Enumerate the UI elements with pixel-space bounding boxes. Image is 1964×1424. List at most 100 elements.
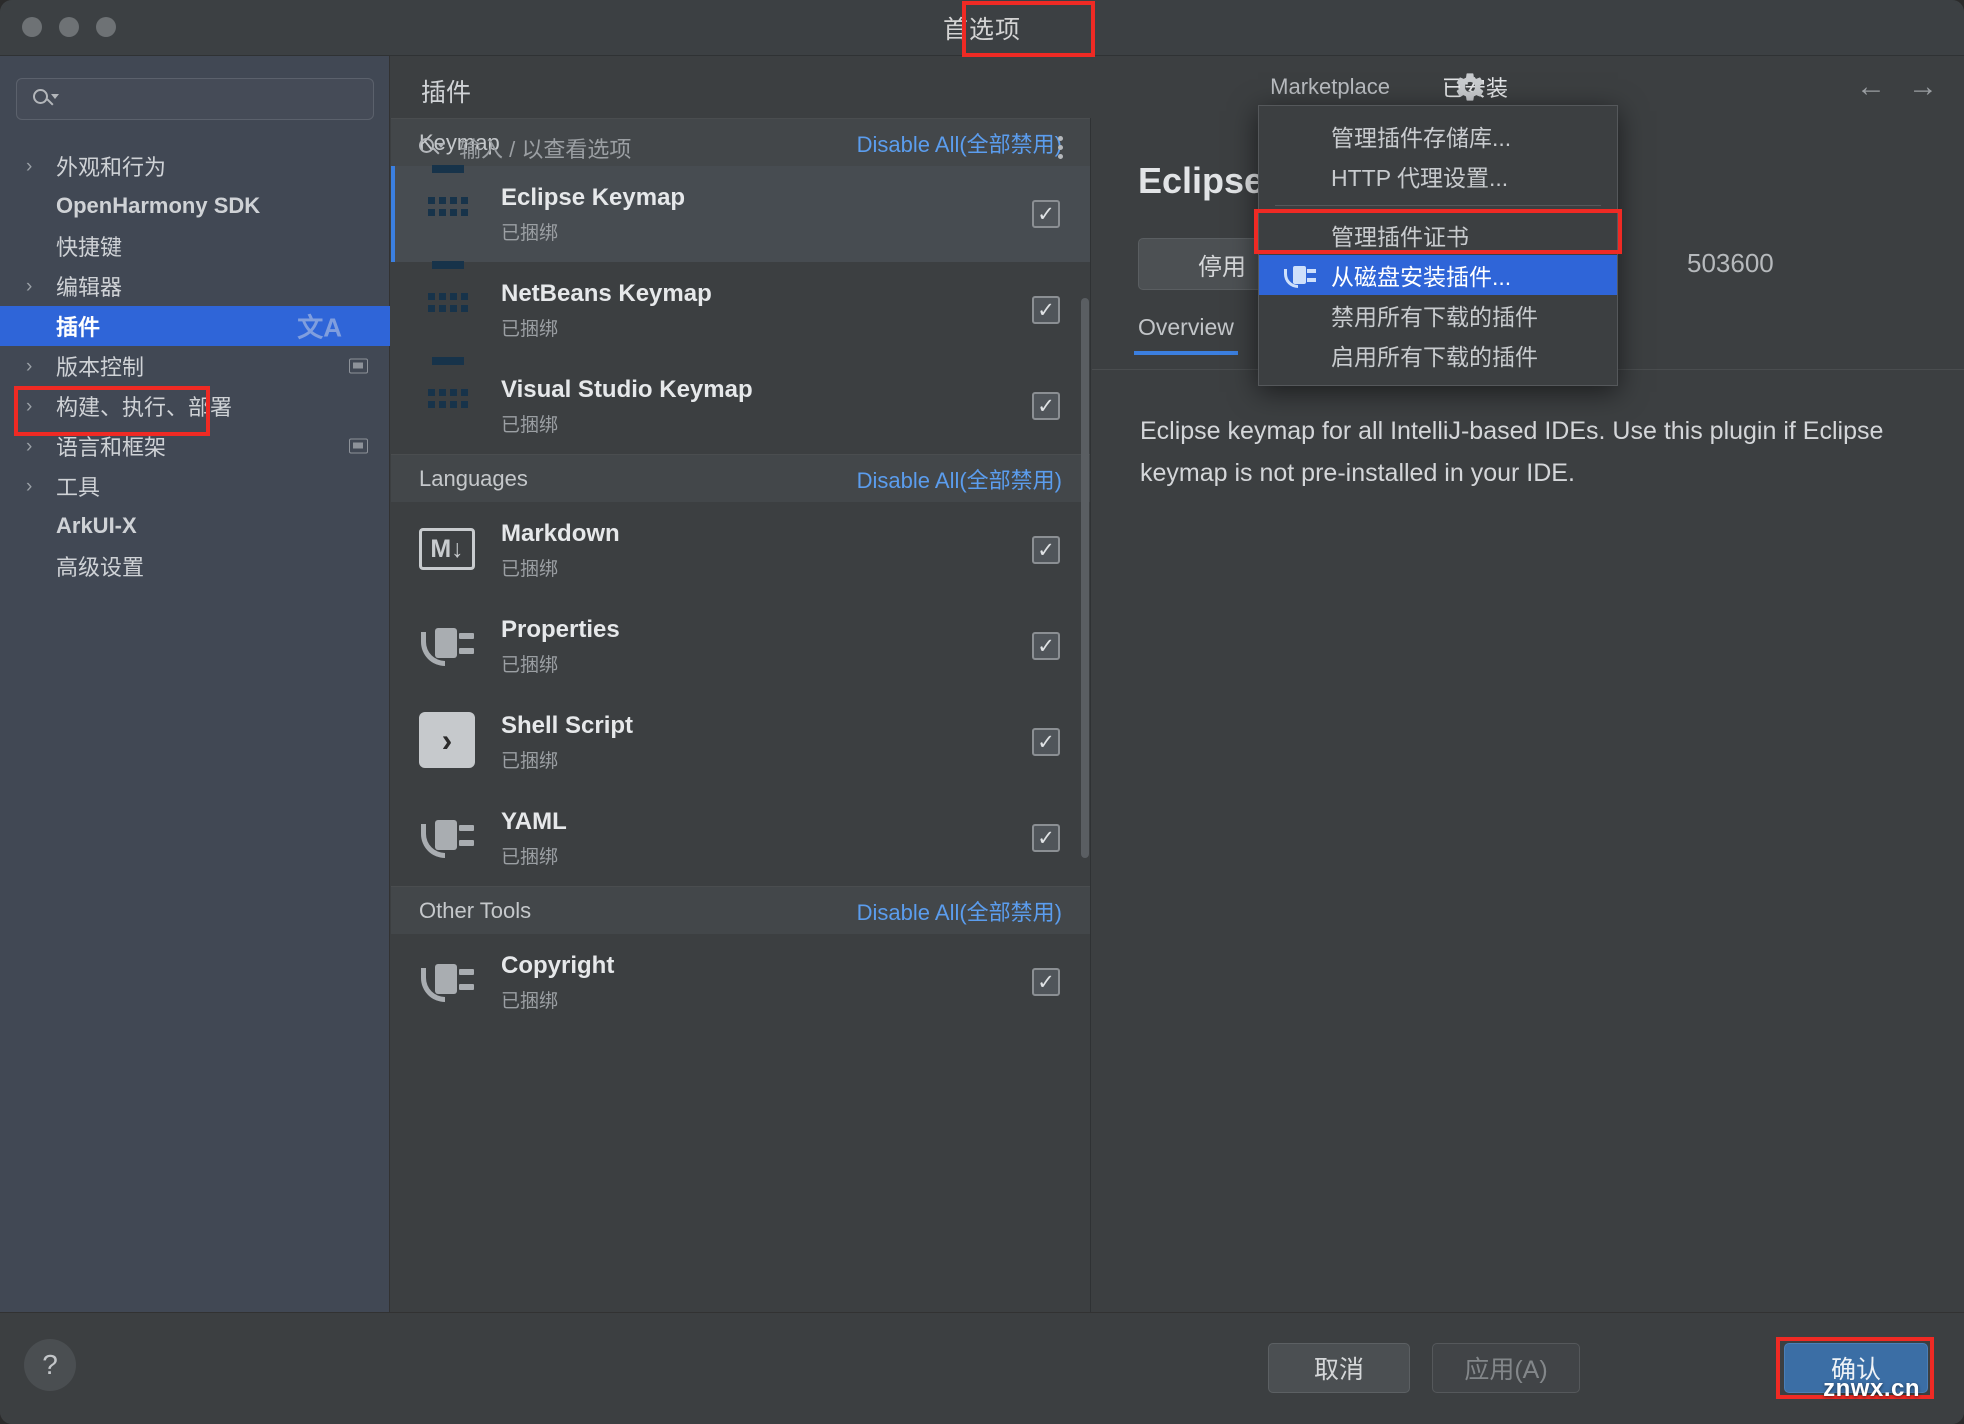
arrow-left-icon[interactable]: ← — [1856, 70, 1886, 104]
plugin-row-yaml[interactable]: YAML 已捆绑 ✓ — [391, 790, 1090, 886]
plugin-name: Markdown — [501, 520, 620, 548]
page-title: 插件 — [421, 73, 471, 109]
plugin-name: Eclipse Keymap — [501, 184, 685, 212]
menu-item-label: 从磁盘安装插件... — [1331, 258, 1511, 292]
keymap-icon — [419, 184, 479, 244]
plugin-list-panel: 输入 / 以查看选项 Keymap Disable All(全部禁用) Ecli… — [391, 118, 1091, 1312]
plugin-row-markdown[interactable]: M↓ Markdown 已捆绑 ✓ — [391, 502, 1090, 598]
plugin-status: 已捆绑 — [501, 650, 620, 677]
plugin-icon — [419, 808, 479, 868]
plugin-name: Copyright — [501, 952, 614, 980]
disable-all-link[interactable]: Disable All(全部禁用) — [857, 895, 1062, 927]
sidebar-item-keymap[interactable]: › 快捷键 — [0, 226, 390, 266]
menu-item-disable-all-downloaded[interactable]: 禁用所有下载的插件 — [1259, 295, 1617, 335]
plugin-status: 已捆绑 — [501, 410, 753, 437]
sidebar-item-plugins[interactable]: › 插件 文A — [0, 306, 390, 346]
plugin-enabled-checkbox[interactable]: ✓ — [1032, 200, 1060, 228]
plugin-enabled-checkbox[interactable]: ✓ — [1032, 728, 1060, 756]
title-bar: 首选项 — [0, 0, 1964, 56]
plugin-description: Eclipse keymap for all IntelliJ-based ID… — [1140, 410, 1930, 494]
tab-overview[interactable]: Overview — [1138, 314, 1234, 355]
plugin-name: NetBeans Keymap — [501, 280, 712, 308]
sidebar-item-openharmony-sdk[interactable]: › OpenHarmony SDK — [0, 186, 390, 226]
sidebar-search-input[interactable] — [16, 78, 374, 120]
sidebar-item-label: 编辑器 — [50, 270, 122, 302]
plugin-list-scrollbar[interactable] — [1081, 298, 1089, 858]
chevron-right-icon: › — [26, 277, 50, 296]
sidebar-item-appearance[interactable]: › 外观和行为 — [0, 146, 390, 186]
menu-item-http-proxy-settings[interactable]: HTTP 代理设置... — [1259, 156, 1617, 196]
plugin-enabled-checkbox[interactable]: ✓ — [1032, 824, 1060, 852]
menu-item-install-plugin-from-disk[interactable]: 从磁盘安装插件... — [1259, 255, 1617, 295]
plugin-settings-menu: 管理插件存储库... HTTP 代理设置... 管理插件证书 从磁盘安装插件..… — [1258, 105, 1618, 386]
chevron-right-icon: › — [26, 397, 50, 416]
sidebar-item-editor[interactable]: › 编辑器 — [0, 266, 390, 306]
menu-item-label: 启用所有下载的插件 — [1331, 338, 1538, 372]
shell-icon: › — [419, 712, 479, 772]
plugin-row-copyright[interactable]: Copyright 已捆绑 ✓ — [391, 934, 1090, 1030]
menu-item-label: 禁用所有下载的插件 — [1331, 298, 1538, 332]
sidebar-item-arkui-x[interactable]: › ArkUI-X — [0, 506, 390, 546]
chevron-right-icon: › — [26, 357, 50, 376]
sidebar-item-label: OpenHarmony SDK — [50, 193, 260, 219]
plugin-search-placeholder: 输入 / 以查看选项 — [459, 132, 631, 164]
sidebar-item-tools[interactable]: › 工具 — [0, 466, 390, 506]
cancel-button[interactable]: 取消 — [1268, 1343, 1410, 1393]
disable-all-link[interactable]: Disable All(全部禁用) — [857, 463, 1062, 495]
plugin-status: 已捆绑 — [501, 746, 633, 773]
plugin-row-visual-studio-keymap[interactable]: Visual Studio Keymap 已捆绑 ✓ — [391, 358, 1090, 454]
plugins-header: 插件 Marketplace 已安装 ← → — [391, 56, 1964, 118]
plugin-enabled-checkbox[interactable]: ✓ — [1032, 968, 1060, 996]
tab-label: Marketplace — [1270, 74, 1390, 100]
help-icon: ? — [42, 1349, 58, 1381]
plugin-detail-title: Eclipse — [1138, 160, 1264, 202]
plugin-enabled-checkbox[interactable]: ✓ — [1032, 632, 1060, 660]
sidebar-item-label: 插件 — [50, 310, 100, 342]
markdown-icon: M↓ — [419, 520, 479, 580]
plugin-icon — [419, 952, 479, 1012]
tab-label: Overview — [1138, 314, 1234, 340]
plugin-row-shell-script[interactable]: › Shell Script 已捆绑 ✓ — [391, 694, 1090, 790]
sidebar-item-label: 外观和行为 — [50, 150, 166, 182]
disable-plugin-label: 停用 — [1198, 247, 1246, 282]
arrow-right-icon[interactable]: → — [1908, 70, 1938, 104]
menu-divider — [1275, 205, 1601, 206]
cancel-label: 取消 — [1314, 1350, 1364, 1386]
plugin-row-properties[interactable]: Properties 已捆绑 ✓ — [391, 598, 1090, 694]
sidebar-item-build-execution-deployment[interactable]: › 构建、执行、部署 — [0, 386, 390, 426]
sidebar-item-version-control[interactable]: › 版本控制 — [0, 346, 390, 386]
plugin-enabled-checkbox[interactable]: ✓ — [1032, 392, 1060, 420]
chevron-right-icon: › — [26, 437, 50, 456]
plugin-enabled-checkbox[interactable]: ✓ — [1032, 296, 1060, 324]
group-name: Languages — [419, 466, 528, 492]
menu-item-label: 管理插件存储库... — [1331, 119, 1511, 153]
more-options-icon[interactable] — [1058, 136, 1063, 159]
menu-item-manage-plugin-certificates[interactable]: 管理插件证书 — [1259, 215, 1617, 255]
translate-icon: 文A — [297, 308, 342, 345]
plugin-row-eclipse-keymap[interactable]: Eclipse Keymap 已捆绑 ✓ — [391, 166, 1090, 262]
plugin-status: 已捆绑 — [501, 554, 620, 581]
window-title: 首选项 — [0, 0, 1964, 56]
sidebar-item-label: 工具 — [50, 470, 100, 502]
settings-nav-list: › 外观和行为 › OpenHarmony SDK › 快捷键 › 编辑器 › … — [0, 146, 390, 586]
sidebar-item-label: 语言和框架 — [50, 430, 166, 462]
plugin-row-netbeans-keymap[interactable]: NetBeans Keymap 已捆绑 ✓ — [391, 262, 1090, 358]
sidebar-item-advanced-settings[interactable]: › 高级设置 — [0, 546, 390, 586]
menu-item-enable-all-downloaded[interactable]: 启用所有下载的插件 — [1259, 335, 1617, 375]
sidebar-item-languages-frameworks[interactable]: › 语言和框架 — [0, 426, 390, 466]
search-icon — [33, 88, 59, 110]
help-button[interactable]: ? — [24, 1339, 76, 1391]
menu-item-label: 管理插件证书 — [1331, 218, 1469, 252]
plugin-enabled-checkbox[interactable]: ✓ — [1032, 536, 1060, 564]
gear-icon — [1453, 70, 1487, 104]
sidebar-item-label: 高级设置 — [50, 550, 144, 582]
plugin-status: 已捆绑 — [501, 986, 614, 1013]
plugin-status: 已捆绑 — [501, 218, 685, 245]
apply-button[interactable]: 应用(A) — [1432, 1343, 1580, 1393]
group-name: Other Tools — [419, 898, 531, 924]
menu-item-manage-repositories[interactable]: 管理插件存储库... — [1259, 116, 1617, 156]
sidebar-item-label: 构建、执行、部署 — [50, 390, 232, 422]
nav-arrows: ← → — [1856, 56, 1938, 118]
plugin-name: Properties — [501, 616, 620, 644]
search-icon — [419, 137, 445, 159]
